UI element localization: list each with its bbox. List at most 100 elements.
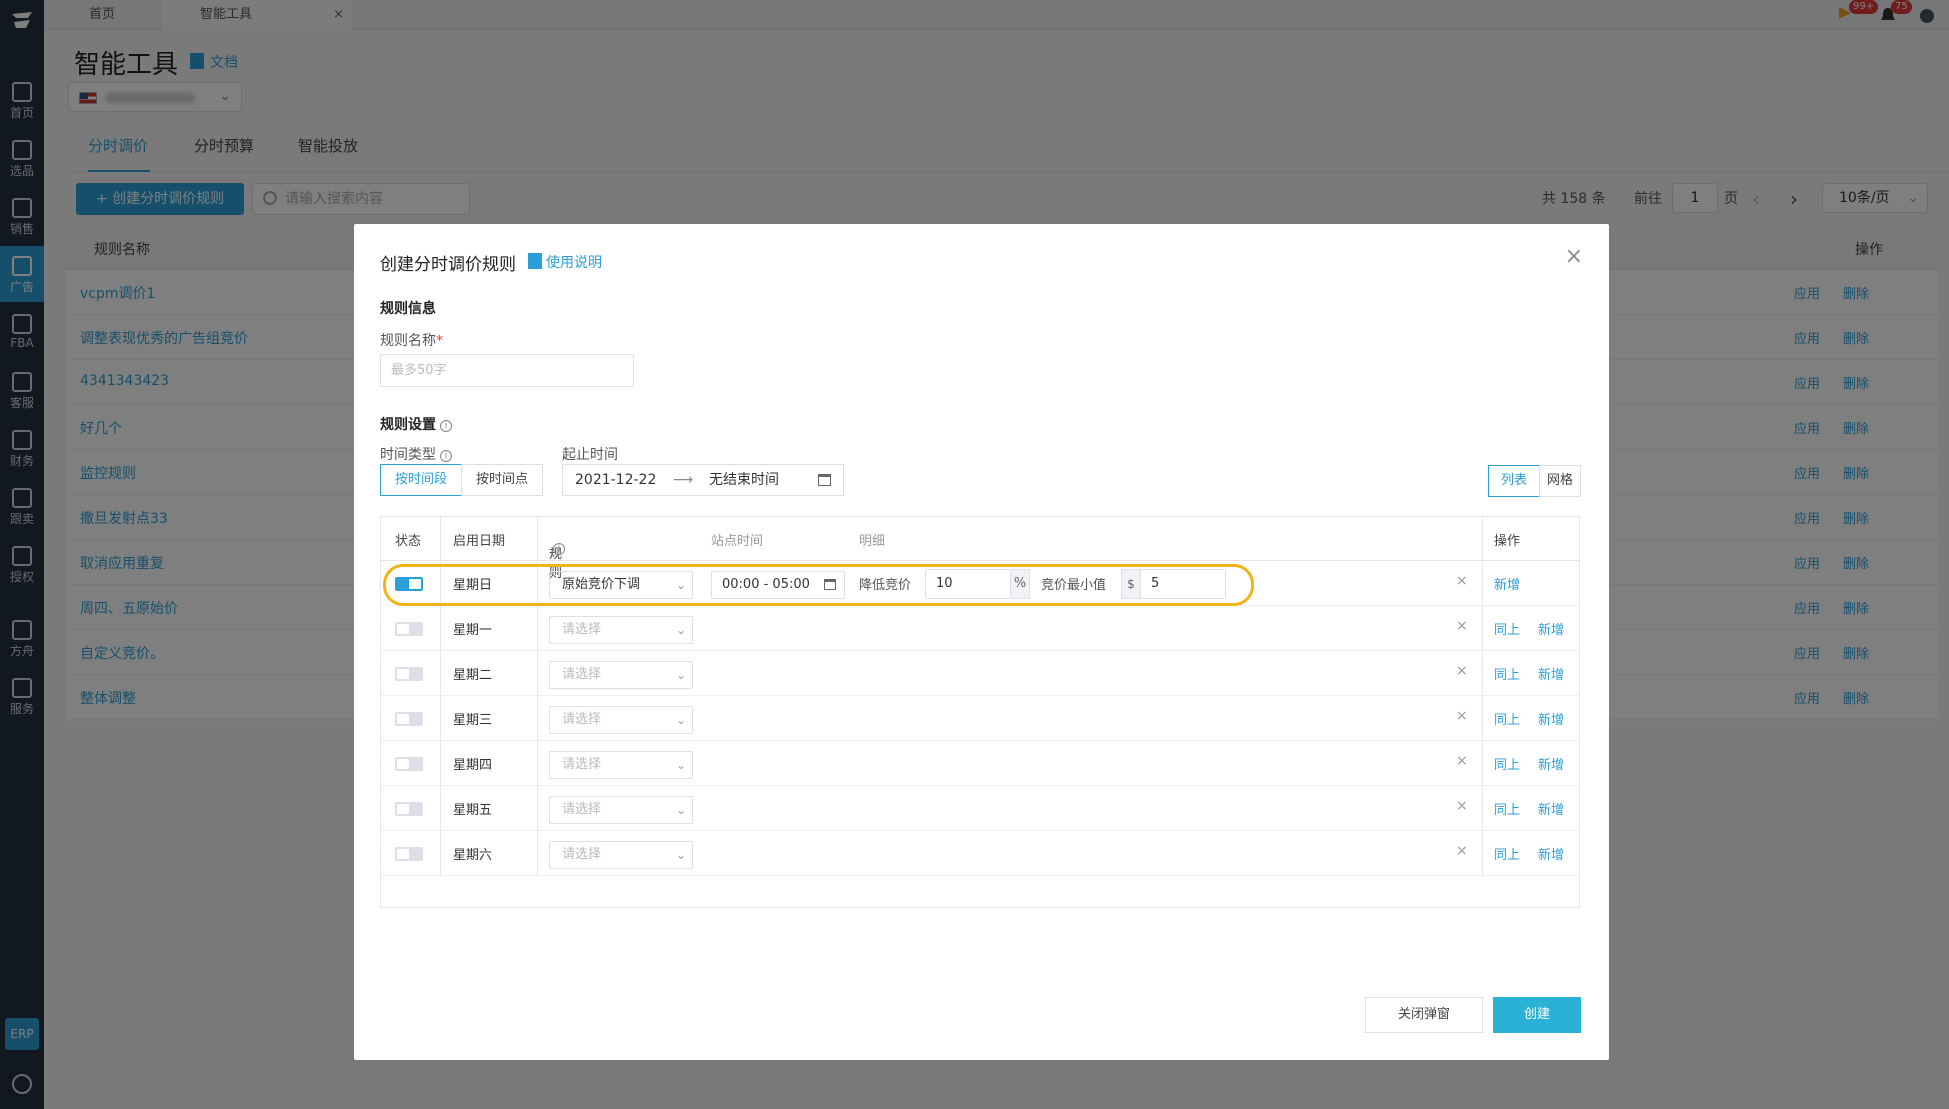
remove-row-icon[interactable]: × (1456, 753, 1468, 769)
rule-name-placeholder: 最多50字 (391, 363, 447, 378)
chevron-down-icon: ⌄ (675, 803, 686, 817)
close-icon[interactable]: × (1565, 244, 1583, 269)
status-toggle[interactable] (395, 802, 423, 816)
chevron-down-icon: ⌄ (675, 758, 686, 772)
date-range-picker[interactable]: 2021-12-22 ⟶ 无结束时间 (562, 464, 844, 496)
remove-row-icon[interactable]: × (1456, 618, 1468, 634)
header-status: 状态 (395, 534, 422, 549)
chevron-down-icon: ⌄ (675, 623, 686, 637)
status-toggle[interactable] (395, 712, 423, 726)
toggle-knob (397, 804, 409, 814)
close-modal-button[interactable]: 关闭弹窗 (1365, 997, 1483, 1033)
schedule-row: 星期四 请选择 ⌄ × 同上 新增 (381, 741, 1579, 786)
add-link[interactable]: 新增 (1538, 664, 1564, 683)
time-type-period[interactable]: 按时间段 (380, 464, 462, 496)
end-date: 无结束时间 (709, 472, 779, 488)
rule-select[interactable]: 请选择 ⌄ (549, 796, 693, 824)
rule-settings-title-text: 规则设置 (380, 417, 436, 433)
status-toggle[interactable] (395, 622, 423, 636)
day-label: 星期二 (453, 668, 493, 683)
add-link[interactable]: 新增 (1538, 619, 1564, 638)
rule-select-value: 请选择 (562, 622, 602, 637)
rule-select[interactable]: 请选择 ⌄ (549, 616, 693, 644)
header-detail: 明细 (859, 534, 886, 549)
range-label: 起止时间 (562, 447, 618, 463)
day-label: 星期五 (453, 803, 493, 818)
help-link-label: 使用说明 (546, 255, 602, 271)
rule-name-label: 规则名称* (380, 330, 443, 350)
rule-select[interactable]: 请选择 ⌄ (549, 841, 693, 869)
day-label: 星期四 (453, 758, 493, 773)
schedule-row: 星期六 请选择 ⌄ × 同上 新增 (381, 831, 1579, 876)
schedule-table: 状态 启用日期 规则 i 站点时间 明细 操作 星期日 原始竞价下调 ⌄ 00:00 -… (380, 516, 1580, 908)
remove-row-icon[interactable]: × (1456, 843, 1468, 859)
view-grid-button[interactable]: 网格 (1539, 465, 1581, 497)
create-button[interactable]: 创建 (1493, 997, 1581, 1033)
add-link[interactable]: 新增 (1538, 799, 1564, 818)
schedule-row: 星期日 原始竞价下调 ⌄ 00:00 - 05:00 降低竞价 10% 竞价最小值 $5 × 新增 (381, 561, 1579, 606)
schedule-table-header: 状态 启用日期 规则 i 站点时间 明细 操作 (381, 517, 1579, 581)
remove-row-icon[interactable]: × (1456, 708, 1468, 724)
rule-select-value: 请选择 (562, 757, 602, 772)
add-link[interactable]: 新增 (1538, 754, 1564, 773)
same-as-above-link[interactable]: 同上 (1494, 709, 1520, 728)
same-as-above-link[interactable]: 同上 (1494, 664, 1520, 683)
rule-info-title: 规则信息 (380, 301, 436, 317)
toggle-knob (397, 849, 409, 859)
book-icon (528, 253, 542, 269)
header-site-time: 站点时间 (711, 534, 764, 549)
toggle-knob (397, 714, 409, 724)
rule-select[interactable]: 请选择 ⌄ (549, 661, 693, 689)
same-as-above-link[interactable]: 同上 (1494, 799, 1520, 818)
calendar-icon (818, 474, 831, 486)
info-icon[interactable]: i (440, 420, 452, 432)
toggle-knob (397, 624, 409, 634)
add-link[interactable]: 新增 (1494, 574, 1520, 593)
info-icon[interactable]: i (553, 543, 565, 555)
rule-select-value: 请选择 (562, 847, 602, 862)
rule-select-value: 请选择 (562, 667, 602, 682)
range-arrow: ⟶ (673, 472, 694, 488)
schedule-row: 星期五 请选择 ⌄ × 同上 新增 (381, 786, 1579, 831)
day-label: 星期一 (453, 623, 493, 638)
status-toggle[interactable] (395, 667, 423, 681)
help-link[interactable]: 使用说明 (528, 252, 602, 272)
time-type-label: 时间类型 i (380, 444, 452, 464)
rule-settings-title: 规则设置 i (380, 414, 452, 434)
add-link[interactable]: 新增 (1538, 709, 1564, 728)
remove-row-icon[interactable]: × (1456, 663, 1468, 679)
view-list-button[interactable]: 列表 (1488, 465, 1540, 497)
day-label: 星期三 (453, 713, 493, 728)
chevron-down-icon: ⌄ (675, 668, 686, 682)
schedule-row: 星期一 请选择 ⌄ × 同上 新增 (381, 606, 1579, 651)
chevron-down-icon: ⌄ (675, 848, 686, 862)
rule-select[interactable]: 请选择 ⌄ (549, 706, 693, 734)
required-mark: * (436, 333, 443, 349)
rule-select-value: 请选择 (562, 802, 602, 817)
same-as-above-link[interactable]: 同上 (1494, 844, 1520, 863)
time-type-point[interactable]: 按时间点 (461, 464, 543, 496)
toggle-knob (397, 669, 409, 679)
remove-row-icon[interactable]: × (1456, 573, 1468, 589)
remove-row-icon[interactable]: × (1456, 798, 1468, 814)
rule-select-value: 请选择 (562, 712, 602, 727)
schedule-row: 星期三 请选择 ⌄ × 同上 新增 (381, 696, 1579, 741)
schedule-row: 星期二 请选择 ⌄ × 同上 新增 (381, 651, 1579, 696)
highlight-outline (383, 564, 1254, 606)
day-label: 星期六 (453, 848, 493, 863)
rule-name-label-text: 规则名称 (380, 333, 436, 349)
status-toggle[interactable] (395, 847, 423, 861)
rule-name-input[interactable]: 最多50字 (380, 354, 634, 387)
add-link[interactable]: 新增 (1538, 844, 1564, 863)
time-type-label-text: 时间类型 (380, 447, 436, 463)
start-date: 2021-12-22 (575, 472, 657, 488)
info-icon[interactable]: i (440, 450, 452, 462)
rule-select[interactable]: 请选择 ⌄ (549, 751, 693, 779)
same-as-above-link[interactable]: 同上 (1494, 619, 1520, 638)
chevron-down-icon: ⌄ (675, 713, 686, 727)
same-as-above-link[interactable]: 同上 (1494, 754, 1520, 773)
modal-title: 创建分时调价规则 (380, 255, 516, 275)
header-ops: 操作 (1494, 534, 1521, 549)
status-toggle[interactable] (395, 757, 423, 771)
create-rule-modal: 创建分时调价规则 使用说明 × 规则信息 规则名称* 最多50字 规则设置 i 时… (354, 224, 1609, 1060)
